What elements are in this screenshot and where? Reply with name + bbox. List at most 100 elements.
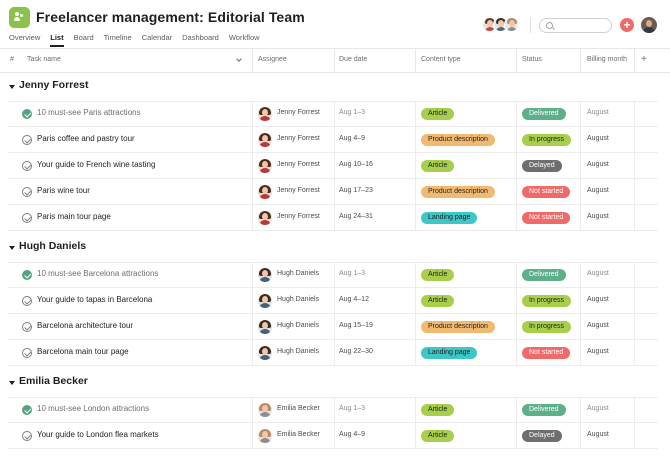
assignee-avatar[interactable] [258,133,272,147]
assignee-avatar[interactable] [258,294,272,308]
task-name[interactable]: Paris wine tour [37,186,90,195]
col-content-type[interactable]: Content type [421,48,461,72]
table-row[interactable]: Your guide to tapas in Barcelona Hugh Dan… [0,288,670,314]
complete-check-icon[interactable] [22,270,32,280]
assignee-avatar[interactable] [258,403,272,417]
due-date[interactable]: Aug 4–9 [339,431,365,438]
column-divider[interactable] [580,48,581,72]
content-type-badge[interactable]: Article [421,430,455,442]
assignee-avatar[interactable] [258,268,272,282]
section-header[interactable]: Jenny Forrest [0,73,670,101]
billing-month[interactable]: August [587,348,609,355]
assignee-avatar[interactable] [258,346,272,360]
status-badge[interactable]: Delivered [522,404,566,416]
content-type-badge[interactable]: Landing page [421,212,478,224]
content-type-badge[interactable]: Product description [421,321,495,333]
tab-board[interactable]: Board [74,33,94,47]
col-task-name[interactable]: Task name [27,48,61,72]
col-billing-month[interactable]: Billing month [587,48,627,72]
due-date[interactable]: Aug 4–12 [339,296,369,303]
due-date[interactable]: Aug 1–3 [339,109,365,116]
assignee-name[interactable]: Hugh Daniels [277,348,319,355]
due-date[interactable]: Aug 1–3 [339,405,365,412]
content-type-badge[interactable]: Article [421,404,455,416]
table-row[interactable]: 10 must-see London attractions Emilia Bec… [0,397,670,423]
assignee-name[interactable]: Jenny Forrest [277,187,320,194]
billing-month[interactable]: August [587,109,609,116]
due-date[interactable]: Aug 1–3 [339,270,365,277]
section-header[interactable]: Hugh Daniels [0,234,670,262]
project-icon[interactable] [9,7,30,28]
col-due-date[interactable]: Due date [339,48,367,72]
table-row[interactable]: 10 must-see Paris attractions Jenny Forre… [0,101,670,127]
column-divider[interactable] [252,48,253,72]
complete-check-icon[interactable] [22,109,32,119]
due-date[interactable]: Aug 24–31 [339,213,373,220]
sort-chevron-icon[interactable] [236,48,242,72]
status-badge[interactable]: Delivered [522,108,566,120]
task-name[interactable]: Paris main tour page [37,212,111,221]
due-date[interactable]: Aug 10–16 [339,161,373,168]
col-status[interactable]: Status [522,48,542,72]
assignee-avatar[interactable] [258,211,272,225]
tab-timeline[interactable]: Timeline [104,33,132,47]
tab-list[interactable]: List [50,33,64,47]
content-type-badge[interactable]: Article [421,295,455,307]
caret-down-icon[interactable] [9,381,15,385]
column-divider[interactable] [516,48,517,72]
status-badge[interactable]: Not started [522,212,571,224]
task-name[interactable]: 10 must-see Barcelona attractions [37,269,158,278]
content-type-badge[interactable]: Article [421,160,455,172]
complete-check-icon[interactable] [22,322,32,332]
assignee-avatar[interactable] [258,320,272,334]
assignee-name[interactable]: Hugh Daniels [277,322,319,329]
assignee-name[interactable]: Jenny Forrest [277,161,320,168]
billing-month[interactable]: August [587,322,609,329]
due-date[interactable]: Aug 22–30 [339,348,373,355]
status-badge[interactable]: In progress [522,134,572,146]
task-name[interactable]: 10 must-see London attractions [37,404,149,413]
complete-check-icon[interactable] [22,348,32,358]
assignee-name[interactable]: Hugh Daniels [277,296,319,303]
assignee-avatar[interactable] [258,185,272,199]
table-row[interactable]: Paris main tour page Jenny Forrest Aug 24–… [0,205,670,231]
table-row[interactable]: Paris wine tour Jenny Forrest Aug 17–23 Pro… [0,179,670,205]
task-name[interactable]: Your guide to tapas in Barcelona [37,295,152,304]
complete-check-icon[interactable] [22,161,32,171]
complete-check-icon[interactable] [22,187,32,197]
complete-check-icon[interactable] [22,431,32,441]
content-type-badge[interactable]: Article [421,108,455,120]
status-badge[interactable]: Not started [522,347,571,359]
billing-month[interactable]: August [587,213,609,220]
complete-check-icon[interactable] [22,405,32,415]
task-name[interactable]: Paris coffee and pastry tour [37,134,135,143]
caret-down-icon[interactable] [9,85,15,89]
column-divider[interactable] [415,48,416,72]
column-divider[interactable] [334,48,335,72]
content-type-badge[interactable]: Article [421,269,455,281]
table-row[interactable]: Barcelona main tour page Hugh Daniels Aug … [0,340,670,366]
status-badge[interactable]: In progress [522,295,572,307]
content-type-badge[interactable]: Product description [421,186,495,198]
assignee-avatar[interactable] [258,107,272,121]
tab-dashboard[interactable]: Dashboard [182,33,219,47]
status-badge[interactable]: Delayed [522,430,562,442]
table-row[interactable]: Paris coffee and pastry tour Jenny Forres… [0,127,670,153]
status-badge[interactable]: Not started [522,186,571,198]
billing-month[interactable]: August [587,405,609,412]
billing-month[interactable]: August [587,187,609,194]
content-type-badge[interactable]: Landing page [421,347,478,359]
task-name[interactable]: Your guide to French wine tasting [37,160,155,169]
section-header[interactable]: Emilia Becker [0,369,670,397]
status-badge[interactable]: In progress [522,321,572,333]
tab-workflow[interactable]: Workflow [229,33,260,47]
billing-month[interactable]: August [587,431,609,438]
assignee-name[interactable]: Hugh Daniels [277,270,319,277]
add-column-button[interactable]: + [641,48,647,72]
user-avatar[interactable] [641,17,657,33]
complete-check-icon[interactable] [22,135,32,145]
billing-month[interactable]: August [587,296,609,303]
table-row[interactable]: Barcelona architecture tour Hugh Daniels A… [0,314,670,340]
project-members[interactable] [482,17,519,32]
table-row[interactable]: Your guide to London flea markets Emilia … [0,423,670,449]
